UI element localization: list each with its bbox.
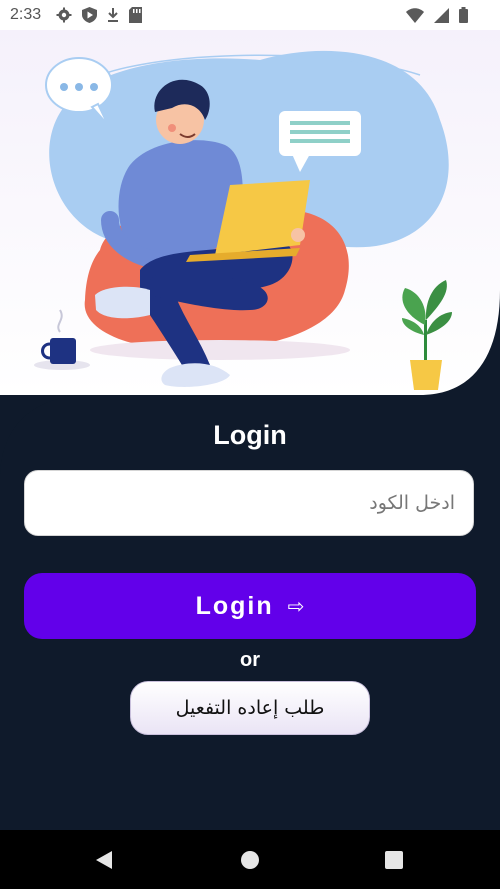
request-reactivation-button[interactable]: طلب إعاده التفعيل <box>130 681 370 735</box>
home-icon[interactable] <box>220 830 280 889</box>
back-icon[interactable] <box>74 830 134 889</box>
sd-card-icon <box>129 7 142 28</box>
navigation-bar <box>0 830 500 889</box>
recents-icon[interactable] <box>364 830 424 889</box>
download-icon <box>107 7 119 28</box>
status-time: 2:33 <box>10 6 42 23</box>
wifi-icon <box>406 7 424 28</box>
request-reactivation-label: طلب إعاده التفعيل <box>175 697 325 719</box>
settings-icon <box>56 7 72 28</box>
login-title: Login <box>213 420 287 450</box>
activation-code-input[interactable] <box>24 470 474 536</box>
login-button[interactable]: Login ⇨ <box>24 573 476 639</box>
play-protect-icon <box>82 7 97 28</box>
login-button-label: Login <box>195 591 274 620</box>
or-separator: or <box>240 649 260 671</box>
login-panel-background <box>0 290 500 850</box>
arrow-right-icon: ⇨ <box>287 595 305 618</box>
signal-icon <box>434 7 449 28</box>
battery-icon <box>459 7 468 28</box>
status-bar: 2:33 <box>0 0 500 30</box>
